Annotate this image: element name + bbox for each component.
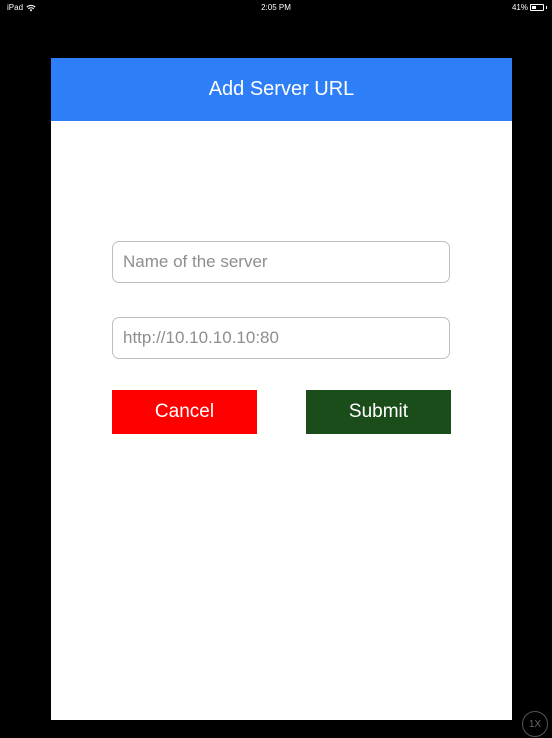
battery-fill — [532, 6, 536, 9]
submit-button[interactable]: Submit — [306, 390, 451, 434]
add-server-dialog: Add Server URL Cancel Submit — [51, 58, 512, 720]
status-time: 2:05 PM — [261, 3, 291, 12]
server-name-input[interactable] — [112, 241, 450, 283]
battery-icon — [530, 4, 544, 11]
app-screen: iPad 2:05 PM 41% Add Server URL Cancel — [0, 0, 552, 738]
server-url-input[interactable] — [112, 317, 450, 359]
battery-percent: 41% — [511, 3, 528, 12]
battery-tip — [546, 6, 547, 9]
cancel-button[interactable]: Cancel — [112, 390, 257, 434]
zoom-badge[interactable]: 1X — [522, 711, 548, 737]
dialog-header: Add Server URL — [51, 58, 512, 121]
dialog-title: Add Server URL — [208, 78, 355, 100]
status-bar: iPad 2:05 PM 41% — [0, 0, 552, 16]
status-right: 41% — [512, 3, 547, 12]
